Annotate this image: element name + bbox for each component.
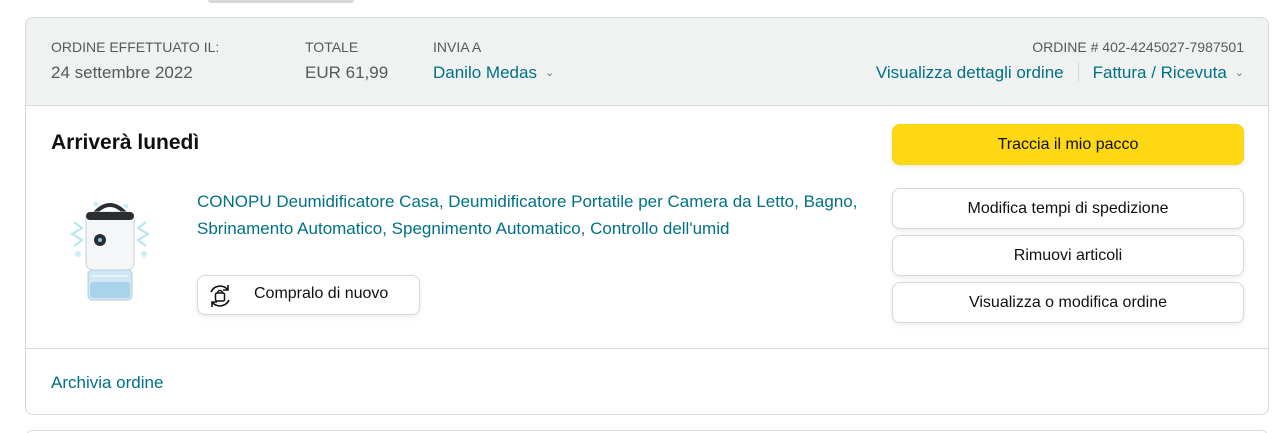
product-title-link[interactable]: CONOPU Deumidificatore Casa, Deumidifica… bbox=[197, 188, 865, 242]
buy-again-label: Compralo di nuovo bbox=[254, 285, 389, 302]
order-total-column: TOTALE EUR 61,99 bbox=[305, 38, 388, 84]
buy-again-button[interactable]: Compralo di nuovo bbox=[197, 275, 420, 315]
previous-element-edge bbox=[208, 0, 354, 3]
delivery-status-title: Arriverà lunedì bbox=[51, 131, 200, 154]
view-order-details-link[interactable]: Visualizza dettagli ordine bbox=[876, 63, 1064, 82]
buy-again-icon bbox=[210, 285, 230, 307]
order-number-column: ORDINE # 402-4245027-7987501 Visualizza … bbox=[876, 38, 1244, 84]
order-total-value: EUR 61,99 bbox=[305, 63, 389, 82]
ship-to-dropdown[interactable]: Danilo Medas ⌄ bbox=[433, 62, 554, 84]
order-date-value: 24 settembre 2022 bbox=[51, 63, 193, 82]
invoice-dropdown[interactable]: Fattura / Ricevuta bbox=[1093, 63, 1227, 82]
order-date-column: ORDINE EFFETTUATO IL: 24 settembre 2022 bbox=[51, 38, 219, 84]
remove-items-button[interactable]: Rimuovi articoli bbox=[892, 235, 1244, 276]
view-edit-order-button[interactable]: Visualizza o modifica ordine bbox=[892, 282, 1244, 323]
ship-to-name[interactable]: Danilo Medas bbox=[433, 63, 537, 82]
order-card: ORDINE EFFETTUATO IL: 24 settembre 2022 … bbox=[25, 17, 1269, 415]
chevron-down-icon: ⌄ bbox=[1234, 67, 1244, 79]
order-total-label: TOTALE bbox=[305, 39, 359, 55]
ship-to-label: INVIA A bbox=[433, 39, 482, 55]
ship-to-column: INVIA A Danilo Medas ⌄ bbox=[433, 38, 554, 84]
change-delivery-button[interactable]: Modifica tempi di spedizione bbox=[892, 188, 1244, 229]
order-date-label: ORDINE EFFETTUATO IL: bbox=[51, 39, 220, 55]
order-header: ORDINE EFFETTUATO IL: 24 settembre 2022 … bbox=[26, 18, 1268, 106]
divider bbox=[1077, 62, 1079, 82]
archive-order-link[interactable]: Archivia ordine bbox=[51, 372, 163, 394]
product-image[interactable] bbox=[66, 184, 154, 308]
order-number: ORDINE # 402-4245027-7987501 bbox=[1032, 39, 1244, 55]
order-card-footer: Archivia ordine bbox=[26, 348, 1268, 414]
order-links: Visualizza dettagli ordine Fattura / Rice… bbox=[876, 62, 1244, 84]
chevron-down-icon: ⌄ bbox=[544, 67, 555, 79]
track-package-button[interactable]: Traccia il mio pacco bbox=[892, 124, 1244, 165]
